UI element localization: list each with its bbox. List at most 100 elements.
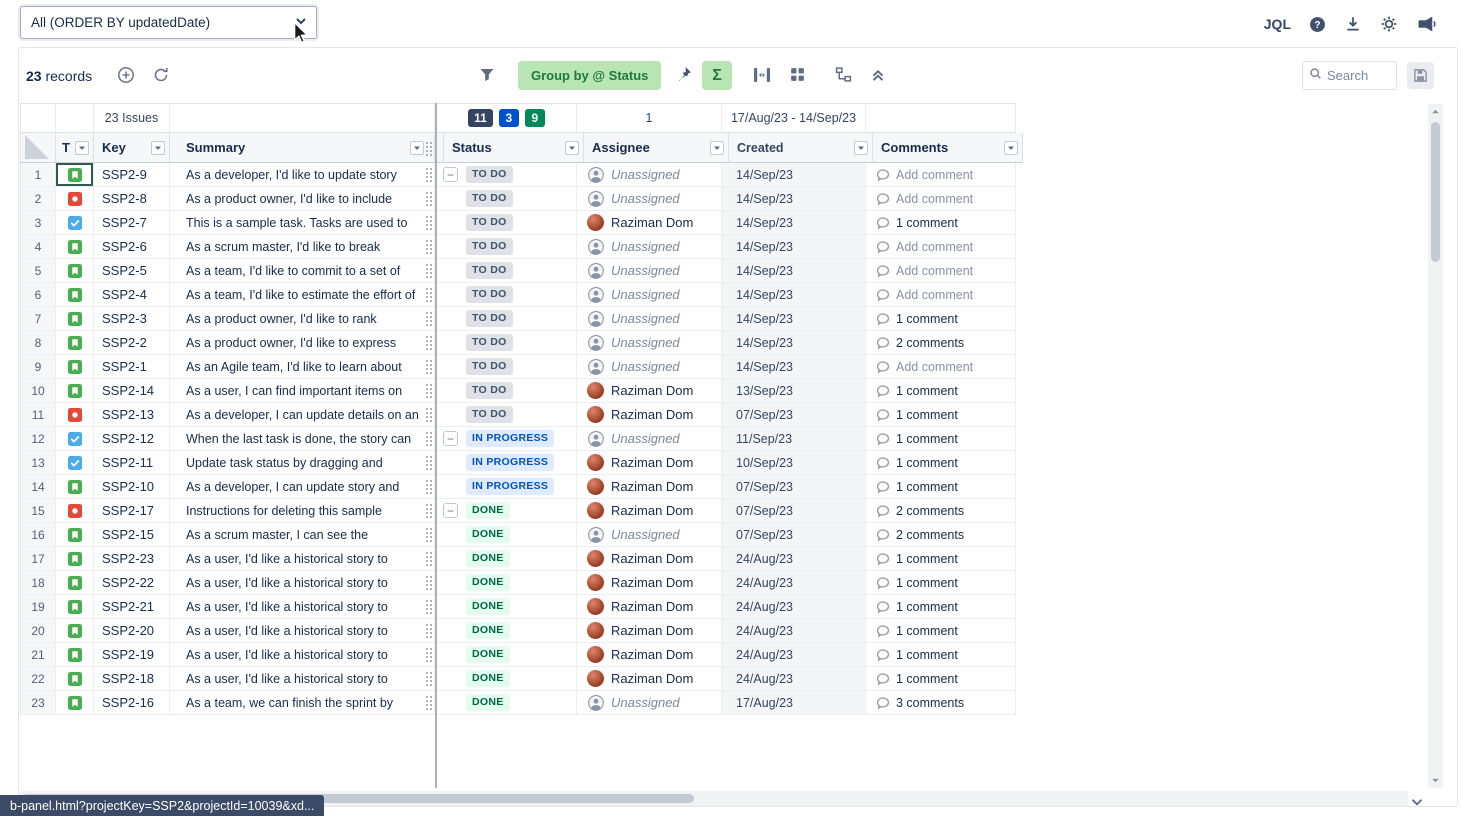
issue-summary-cell[interactable]: As a product owner, I'd like to express [170, 331, 435, 355]
issue-type-cell[interactable] [56, 475, 94, 499]
issue-key-cell[interactable]: SSP2-3 [94, 307, 170, 331]
gear-icon[interactable] [1380, 15, 1398, 33]
row-number[interactable]: 10 [20, 379, 56, 403]
created-cell[interactable]: 14/Sep/23 [722, 187, 866, 211]
assignee-cell[interactable]: Raziman Dom [577, 451, 722, 475]
issue-summary-cell[interactable]: As a developer, I can update story and [170, 475, 435, 499]
created-cell[interactable]: 07/Sep/23 [722, 403, 866, 427]
row-number[interactable]: 1 [20, 163, 56, 187]
comments-cell[interactable]: 1 comment [866, 595, 1016, 619]
status-cell[interactable]: TO DO [437, 379, 577, 403]
assignee-cell[interactable]: Unassigned [577, 307, 722, 331]
row-number[interactable]: 19 [20, 595, 56, 619]
issue-key-cell[interactable]: SSP2-15 [94, 523, 170, 547]
row-number[interactable]: 6 [20, 283, 56, 307]
comments-cell[interactable]: Add comment [866, 355, 1016, 379]
filter-dropdown-icon[interactable] [410, 141, 424, 155]
comments-cell[interactable]: Add comment [866, 163, 1016, 187]
columns-icon[interactable] [752, 65, 772, 85]
issue-key-cell[interactable]: SSP2-22 [94, 571, 170, 595]
issue-key-cell[interactable]: SSP2-23 [94, 547, 170, 571]
filter-dropdown-icon[interactable] [75, 141, 89, 155]
issue-type-cell[interactable] [56, 547, 94, 571]
assignee-cell[interactable]: Raziman Dom [577, 667, 722, 691]
issue-type-cell[interactable] [56, 571, 94, 595]
status-cell[interactable]: DONE [437, 667, 577, 691]
issue-key-cell[interactable]: SSP2-5 [94, 259, 170, 283]
comments-cell[interactable]: Add comment [866, 235, 1016, 259]
assignee-cell[interactable]: Unassigned [577, 283, 722, 307]
issue-type-cell[interactable] [56, 259, 94, 283]
row-number[interactable]: 5 [20, 259, 56, 283]
row-number[interactable]: 17 [20, 547, 56, 571]
issue-key-cell[interactable]: SSP2-7 [94, 211, 170, 235]
download-icon[interactable] [1344, 15, 1362, 33]
filter-dropdown-icon[interactable] [565, 141, 579, 155]
issue-type-cell[interactable] [56, 667, 94, 691]
select-all-corner[interactable] [20, 133, 56, 163]
created-cell[interactable]: 14/Sep/23 [722, 307, 866, 331]
vertical-scrollbar[interactable] [1428, 104, 1443, 788]
status-cell[interactable]: TO DO [437, 307, 577, 331]
issue-type-cell[interactable] [56, 307, 94, 331]
row-number[interactable]: 20 [20, 619, 56, 643]
row-number[interactable]: 18 [20, 571, 56, 595]
issue-type-cell[interactable] [56, 211, 94, 235]
issue-type-cell[interactable] [56, 499, 94, 523]
issue-summary-cell[interactable]: As an Agile team, I'd like to learn abou… [170, 355, 435, 379]
assignee-cell[interactable]: Raziman Dom [577, 211, 722, 235]
issue-summary-cell[interactable]: When the last task is done, the story ca… [170, 427, 435, 451]
scroll-up-icon[interactable] [1430, 106, 1441, 117]
created-cell[interactable]: 24/Aug/23 [722, 595, 866, 619]
status-cell[interactable]: DONE [437, 691, 577, 715]
megaphone-icon[interactable] [1416, 14, 1436, 34]
save-button[interactable] [1407, 62, 1434, 89]
frozen-pane-divider[interactable] [435, 103, 437, 788]
assignee-cell[interactable]: Unassigned [577, 163, 722, 187]
created-cell[interactable]: 14/Sep/23 [722, 163, 866, 187]
issue-type-cell[interactable] [56, 595, 94, 619]
created-cell[interactable]: 14/Sep/23 [722, 211, 866, 235]
sum-sigma-button[interactable]: Σ [702, 61, 732, 90]
comments-cell[interactable]: Add comment [866, 259, 1016, 283]
issue-type-cell[interactable] [56, 427, 94, 451]
filter-dropdown-icon[interactable] [854, 141, 868, 155]
issue-summary-cell[interactable]: As a team, I'd like to estimate the effo… [170, 283, 435, 307]
assignee-cell[interactable]: Unassigned [577, 427, 722, 451]
search-input[interactable] [1327, 68, 1385, 83]
group-collapse-toggle[interactable]: − [443, 431, 458, 446]
issue-type-cell[interactable] [56, 523, 94, 547]
status-cell[interactable]: TO DO [437, 259, 577, 283]
status-cell[interactable]: DONE [437, 619, 577, 643]
issue-type-cell[interactable] [56, 163, 94, 187]
issue-type-cell[interactable] [56, 355, 94, 379]
status-cell[interactable]: DONE [437, 595, 577, 619]
collapse-all-icon[interactable] [869, 65, 887, 83]
status-cell[interactable]: TO DO [437, 235, 577, 259]
created-cell[interactable]: 07/Sep/23 [722, 475, 866, 499]
issue-type-cell[interactable] [56, 643, 94, 667]
issue-summary-cell[interactable]: As a user, I can find important items on [170, 379, 435, 403]
issue-key-cell[interactable]: SSP2-1 [94, 355, 170, 379]
created-cell[interactable]: 10/Sep/23 [722, 451, 866, 475]
comments-cell[interactable]: 1 comment [866, 379, 1016, 403]
issue-type-cell[interactable] [56, 379, 94, 403]
column-header-comments[interactable]: Comments [873, 133, 1023, 163]
assignee-cell[interactable]: Raziman Dom [577, 571, 722, 595]
comments-cell[interactable]: 2 comments [866, 331, 1016, 355]
row-number[interactable]: 7 [20, 307, 56, 331]
saved-filter-dropdown[interactable]: All (ORDER BY updatedDate) [20, 6, 317, 39]
group-by-status-button[interactable]: Group by @ Status [518, 61, 661, 90]
created-cell[interactable]: 24/Aug/23 [722, 571, 866, 595]
created-cell[interactable]: 24/Aug/23 [722, 547, 866, 571]
status-cell[interactable]: TO DO [437, 355, 577, 379]
row-number[interactable]: 2 [20, 187, 56, 211]
column-header-summary[interactable]: Summary [170, 133, 435, 163]
help-icon[interactable]: ? [1309, 16, 1326, 33]
issue-key-cell[interactable]: SSP2-21 [94, 595, 170, 619]
row-number[interactable]: 23 [20, 691, 56, 715]
row-number[interactable]: 9 [20, 355, 56, 379]
comments-cell[interactable]: 1 comment [866, 403, 1016, 427]
comments-cell[interactable]: 3 comments [866, 691, 1016, 715]
comments-cell[interactable]: Add comment [866, 187, 1016, 211]
